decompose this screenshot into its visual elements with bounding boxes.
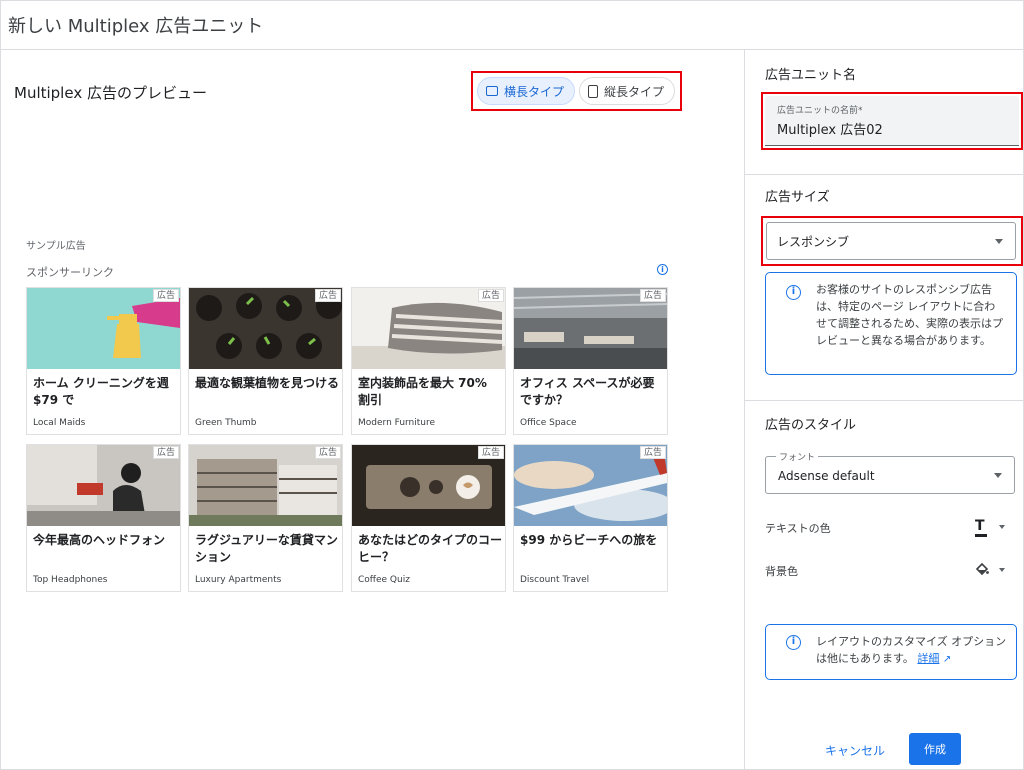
ad-size-select[interactable]: レスポンシブ xyxy=(766,222,1016,260)
ad-card[interactable]: 広告 オフィス スペースが必要ですか？ Office Space xyxy=(513,287,668,435)
card-title: 室内装飾品を最大 70% 割引 xyxy=(358,376,487,407)
font-select[interactable]: フォント Adsense default xyxy=(765,450,1015,494)
card-title: あなたはどのタイプのコーヒー？ xyxy=(358,533,503,564)
card-source: Discount Travel xyxy=(520,575,590,585)
divider xyxy=(745,174,1024,175)
ad-badge[interactable]: 広告 xyxy=(314,446,341,459)
card-source: Luxury Apartments xyxy=(195,575,282,585)
card-source: Coffee Quiz xyxy=(358,575,410,585)
ad-style-heading: 広告のスタイル xyxy=(765,418,857,433)
bg-color-picker[interactable] xyxy=(975,562,1015,580)
info-icon: i xyxy=(786,285,801,300)
cancel-button[interactable]: キャンセル xyxy=(819,735,891,765)
font-value: Adsense default xyxy=(778,469,875,483)
portrait-icon xyxy=(588,84,599,98)
external-link-icon[interactable]: ↗ xyxy=(943,654,951,665)
ad-badge[interactable]: 広告 xyxy=(639,289,666,302)
unit-name-input[interactable]: 広告ユニットの名前* Multiplex 広告02 xyxy=(765,96,1019,146)
paint-bucket-icon xyxy=(975,562,989,576)
create-button[interactable]: 作成 xyxy=(909,733,961,765)
ad-badge[interactable]: 広告 xyxy=(477,289,504,302)
card-source: Office Space xyxy=(520,418,577,428)
ad-card[interactable]: 広告 今年最高のヘッドフォン Top Headphones xyxy=(26,444,181,592)
details-link[interactable]: 詳細 xyxy=(917,652,939,665)
layout-info-text: レイアウトのカスタマイズ オプションは他にもあります。 詳細 ↗ xyxy=(816,633,1016,668)
ad-card[interactable]: 広告 ラグジュアリーな賃貸マンション Luxury Apartments xyxy=(188,444,343,592)
layout-info-message: レイアウトのカスタマイズ オプションは他にもあります。 xyxy=(816,635,1007,665)
unit-name-heading: 広告ユニット名 xyxy=(765,68,857,83)
ad-badge[interactable]: 広告 xyxy=(477,446,504,459)
layout-toggle-group: 横長タイプ 縦長タイプ xyxy=(471,71,682,111)
settings-sidebar: 広告ユニット名 広告ユニットの名前* Multiplex 広告02 広告サイズ … xyxy=(744,50,1024,770)
horizontal-layout-button[interactable]: 横長タイプ xyxy=(477,77,576,105)
info-icon[interactable]: i xyxy=(657,264,668,275)
unit-name-value: Multiplex 広告02 xyxy=(777,123,883,138)
layout-info-box: i レイアウトのカスタマイズ オプションは他にもあります。 詳細 ↗ xyxy=(765,624,1017,680)
card-source: Top Headphones xyxy=(33,575,108,585)
chevron-down-icon xyxy=(999,568,1005,572)
card-title: オフィス スペースが必要ですか？ xyxy=(520,376,655,407)
ad-badge[interactable]: 広告 xyxy=(314,289,341,302)
page-header: 新しい Multiplex 広告ユニット xyxy=(0,0,1024,50)
sample-ad-label: サンプル広告 xyxy=(26,241,86,252)
text-color-picker[interactable]: T xyxy=(975,519,1015,537)
divider xyxy=(745,400,1024,401)
ad-card[interactable]: 広告 あなたはどのタイプのコーヒー？ Coffee Quiz xyxy=(351,444,506,592)
landscape-icon xyxy=(486,86,498,96)
bg-color-label: 背景色 xyxy=(765,565,798,578)
ad-card[interactable]: 広告 $99 からビーチへの旅を Discount Travel xyxy=(513,444,668,592)
text-color-label: テキストの色 xyxy=(765,522,831,535)
ad-size-value: レスポンシブ xyxy=(777,234,850,249)
vertical-layout-label: 縦長タイプ xyxy=(604,84,665,99)
chevron-down-icon xyxy=(995,239,1003,244)
ad-card[interactable]: 広告 最適な観葉植物を見つける Green Thumb xyxy=(188,287,343,435)
ad-badge[interactable]: 広告 xyxy=(152,446,179,459)
card-title: ホーム クリーニングを週 $79 で xyxy=(33,376,169,407)
responsive-info-text: お客様のサイトのレスポンシブ広告は、特定のページ レイアウトに合わせて調整される… xyxy=(816,283,1003,347)
ad-badge[interactable]: 広告 xyxy=(152,289,179,302)
unit-name-field-label: 広告ユニットの名前* xyxy=(777,106,863,116)
text-color-icon: T xyxy=(975,518,985,534)
font-label: フォント xyxy=(776,450,819,463)
chevron-down-icon xyxy=(994,473,1002,478)
card-title: 最適な観葉植物を見つける xyxy=(195,376,340,390)
ad-badge[interactable]: 広告 xyxy=(639,446,666,459)
card-title: ラグジュアリーな賃貸マンション xyxy=(195,533,338,564)
ad-card[interactable]: 広告 ホーム クリーニングを週 $79 で Local Maids xyxy=(26,287,181,435)
vertical-layout-button[interactable]: 縦長タイプ xyxy=(579,77,676,105)
card-title: 今年最高のヘッドフォン xyxy=(33,533,166,547)
card-source: Local Maids xyxy=(33,418,86,428)
card-source: Green Thumb xyxy=(195,418,257,428)
ad-card[interactable]: 広告 室内装飾品を最大 70% 割引 Modern Furniture xyxy=(351,287,506,435)
horizontal-layout-label: 横長タイプ xyxy=(504,84,565,99)
card-source: Modern Furniture xyxy=(358,418,436,428)
text-color-swatch xyxy=(975,534,987,537)
info-icon: i xyxy=(786,635,801,650)
ad-size-heading: 広告サイズ xyxy=(765,190,830,205)
page-title: 新しい Multiplex 広告ユニット xyxy=(8,15,264,37)
responsive-info-box: i お客様のサイトのレスポンシブ広告は、特定のページ レイアウトに合わせて調整さ… xyxy=(765,272,1017,375)
chevron-down-icon xyxy=(999,525,1005,529)
preview-title: Multiplex 広告のプレビュー xyxy=(14,84,207,102)
card-title: $99 からビーチへの旅を xyxy=(520,533,658,547)
sponsored-links-label: スポンサーリンク xyxy=(26,266,114,279)
